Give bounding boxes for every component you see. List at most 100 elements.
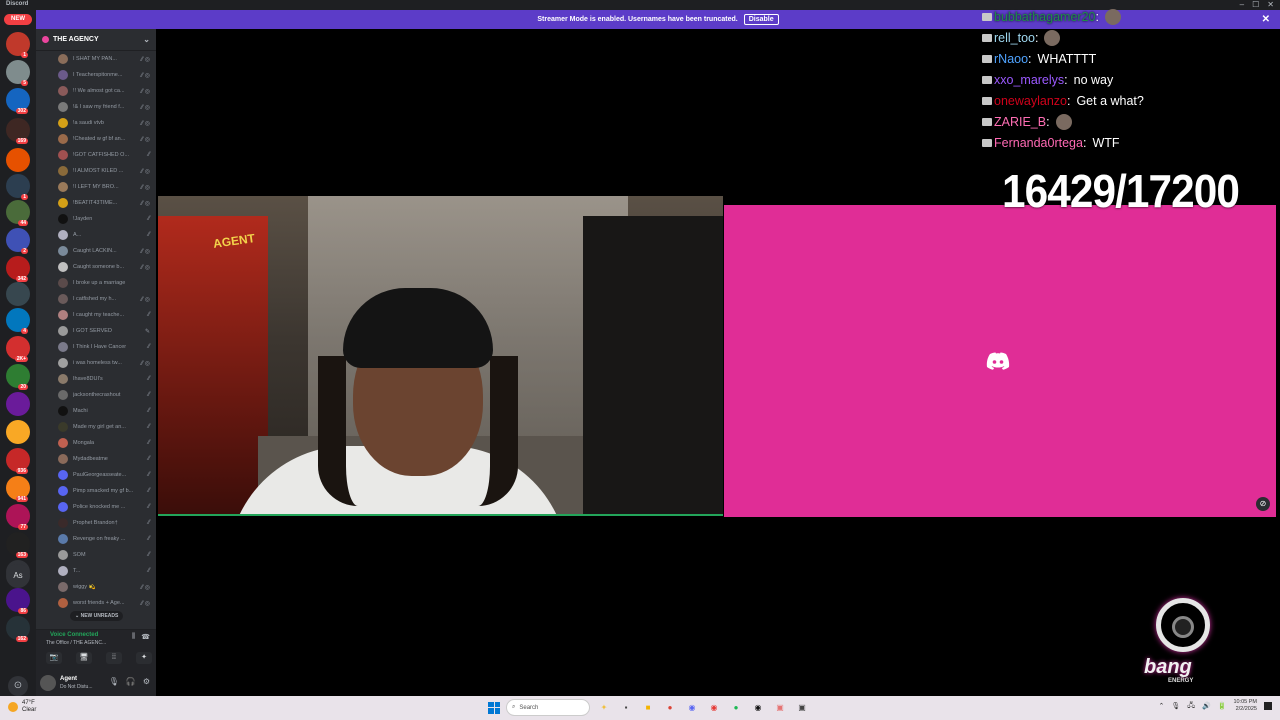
- voice-channel-item[interactable]: I SHAT MY PAN... ⁄⁄ ◎: [36, 51, 156, 67]
- taskbar-app-icon[interactable]: ◉: [684, 700, 700, 716]
- voice-channel-item[interactable]: Machi ⁄⁄: [36, 403, 156, 419]
- voice-channel-item[interactable]: Caught LACKIN... ⁄⁄ ◎: [36, 243, 156, 259]
- server-icon[interactable]: 941: [6, 476, 30, 502]
- tray-icon[interactable]: 🖧: [1187, 701, 1195, 712]
- voice-channel-item[interactable]: I caught my teache... ⁄⁄: [36, 307, 156, 323]
- voice-channel-item[interactable]: !I ALMOST KILED ... ⁄⁄ ◎: [36, 163, 156, 179]
- weather-widget[interactable]: 47°F Clear: [8, 700, 36, 714]
- notifications-icon[interactable]: [1264, 702, 1272, 710]
- voice-channel-item[interactable]: Mydadbeatme ⁄⁄: [36, 451, 156, 467]
- soundboard-button[interactable]: ✦: [136, 652, 152, 664]
- server-icon[interactable]: 342: [6, 256, 30, 282]
- server-icon[interactable]: 163: [6, 532, 30, 558]
- taskbar-app-icon[interactable]: ◉: [706, 700, 722, 716]
- server-icon[interactable]: [6, 420, 30, 444]
- username[interactable]: Agent: [60, 676, 77, 682]
- server-icon[interactable]: 2K+: [6, 336, 30, 362]
- voice-channel-item[interactable]: I catfished my h... ⁄⁄ ◎: [36, 291, 156, 307]
- taskbar-app-icon[interactable]: ▪: [618, 700, 634, 716]
- microphone-icon[interactable]: 🎙: [109, 677, 119, 686]
- tray-icon[interactable]: 🔋: [1218, 702, 1227, 710]
- server-icon[interactable]: [6, 282, 30, 306]
- server-icon-as[interactable]: As: [6, 564, 30, 588]
- server-icon[interactable]: 77: [6, 504, 30, 530]
- voice-channel-item[interactable]: T... ⁄⁄: [36, 563, 156, 579]
- disable-streamer-mode-button[interactable]: Disable: [743, 14, 779, 25]
- server-icon[interactable]: 44: [6, 200, 30, 226]
- camera-button[interactable]: 📷: [46, 652, 62, 664]
- voice-channel-item[interactable]: !a saudi vtvb ⁄⁄ ◎: [36, 115, 156, 131]
- voice-channel-item[interactable]: !GOT CATFISHED O... ⁄⁄: [36, 147, 156, 163]
- tray-icon[interactable]: 🎙: [1171, 702, 1180, 710]
- voice-channel-item[interactable]: !Jayden ⁄⁄: [36, 211, 156, 227]
- voice-channel-item[interactable]: Prophet Brandon† ⁄⁄: [36, 515, 156, 531]
- guild-header[interactable]: THE AGENCY ⌄: [36, 29, 156, 51]
- taskbar-app-icon[interactable]: ■: [640, 700, 656, 716]
- server-icon[interactable]: 5: [6, 60, 30, 86]
- server-icon[interactable]: 162: [6, 616, 30, 642]
- download-apps-icon[interactable]: ⊙: [8, 676, 28, 696]
- voice-channel-item[interactable]: I Teacherspitonme... ⁄⁄ ◎: [36, 67, 156, 83]
- chevron-down-icon[interactable]: ⌄: [143, 35, 150, 44]
- taskbar-search[interactable]: ⌕ Search: [506, 699, 590, 716]
- voice-channel-item[interactable]: I GOT SERVED ✎: [36, 323, 156, 339]
- voice-channel-item[interactable]: PaulGeorgeasseate... ⁄⁄: [36, 467, 156, 483]
- activities-button[interactable]: ⁞⁞: [106, 652, 122, 664]
- voice-channel-item[interactable]: SOM ⁄⁄: [36, 547, 156, 563]
- avatar[interactable]: [40, 675, 56, 691]
- taskbar-app-icon[interactable]: ▣: [772, 700, 788, 716]
- clock[interactable]: 10:05 PM 2/2/2025: [1233, 699, 1257, 713]
- voice-channel-item[interactable]: Police knocked me ... ⁄⁄: [36, 499, 156, 515]
- voice-channel-item[interactable]: I Think I Have Cancer ⁄⁄: [36, 339, 156, 355]
- webcam-video-tile[interactable]: AGENT: [158, 196, 723, 516]
- server-icon[interactable]: 86: [6, 588, 30, 614]
- voice-channel-item[interactable]: !! We almost got ca... ⁄⁄ ◎: [36, 83, 156, 99]
- server-icon[interactable]: 20: [6, 364, 30, 390]
- server-icon[interactable]: 169: [6, 118, 30, 144]
- voice-channel-item[interactable]: Made my girl get an... ⁄⁄: [36, 419, 156, 435]
- server-icon[interactable]: 2: [6, 228, 30, 254]
- tray-icon[interactable]: ⌃: [1158, 702, 1164, 710]
- voice-location[interactable]: The Office / THE AGENC...: [46, 640, 106, 646]
- noise-suppression-icon[interactable]: ⫼: [132, 633, 135, 641]
- taskbar-app-icon[interactable]: ▣: [794, 700, 810, 716]
- voice-channel-item[interactable]: Ihave8DUI's ⁄⁄: [36, 371, 156, 387]
- taskbar-app-icon[interactable]: ✦: [596, 700, 612, 716]
- voice-channel-item[interactable]: jacksonthecrashout ⁄⁄: [36, 387, 156, 403]
- taskbar-app-icon[interactable]: ●: [728, 700, 744, 716]
- voice-channel-item[interactable]: worst friends + Age... ⁄⁄ ◎: [36, 595, 156, 611]
- participant-video-tile[interactable]: ⊘: [724, 205, 1276, 517]
- taskbar-app-icon[interactable]: ◉: [750, 700, 766, 716]
- gear-icon[interactable]: ⚙: [143, 677, 150, 686]
- server-icon[interactable]: 1: [6, 32, 30, 58]
- channel-status-icons: ⁄⁄: [147, 152, 150, 158]
- voice-channel-item[interactable]: !I LEFT MY BRO... ⁄⁄ ◎: [36, 179, 156, 195]
- server-icon[interactable]: [6, 148, 30, 172]
- voice-channel-item[interactable]: Revenge on freaky ... ⁄⁄: [36, 531, 156, 547]
- voice-channel-item[interactable]: A... ⁄⁄: [36, 227, 156, 243]
- voice-channel-item[interactable]: i was homeless tw... ⁄⁄ ◎: [36, 355, 156, 371]
- headphones-icon[interactable]: 🎧: [126, 677, 136, 686]
- taskbar-app-icon[interactable]: ●: [662, 700, 678, 716]
- voice-channel-item[interactable]: Caught someone b... ⁄⁄ ◎: [36, 259, 156, 275]
- voice-status[interactable]: Voice Connected: [50, 632, 98, 638]
- voice-channel-item[interactable]: !& I saw my friend f... ⁄⁄ ◎: [36, 99, 156, 115]
- tray-icon[interactable]: 🔊: [1202, 702, 1211, 710]
- voice-channel-item[interactable]: I broke up a marriage: [36, 275, 156, 291]
- screenshare-button[interactable]: 🖥: [76, 652, 92, 664]
- no-video-icon[interactable]: ⊘: [1256, 497, 1270, 511]
- voice-channel-item[interactable]: Mongala ⁄⁄: [36, 435, 156, 451]
- new-unreads-pill[interactable]: ⌄ NEW UNREADS: [70, 611, 124, 621]
- server-icon[interactable]: 4: [6, 308, 30, 334]
- server-icon[interactable]: 1: [6, 174, 30, 200]
- server-icon[interactable]: [6, 392, 30, 416]
- server-icon[interactable]: 936: [6, 448, 30, 474]
- start-button[interactable]: [488, 701, 500, 714]
- voice-channel-item[interactable]: Pimp smacked my gf b... ⁄⁄: [36, 483, 156, 499]
- disconnect-icon[interactable]: ☎: [141, 633, 150, 641]
- voice-channel-item[interactable]: !BEATIT43TIME... ⁄⁄ ◎: [36, 195, 156, 211]
- new-pill[interactable]: NEW: [4, 14, 32, 25]
- voice-channel-item[interactable]: wiggy 💫 ⁄⁄ ◎: [36, 579, 156, 595]
- voice-channel-item[interactable]: !Cheated w gf bf an... ⁄⁄ ◎: [36, 131, 156, 147]
- server-icon[interactable]: 302: [6, 88, 30, 114]
